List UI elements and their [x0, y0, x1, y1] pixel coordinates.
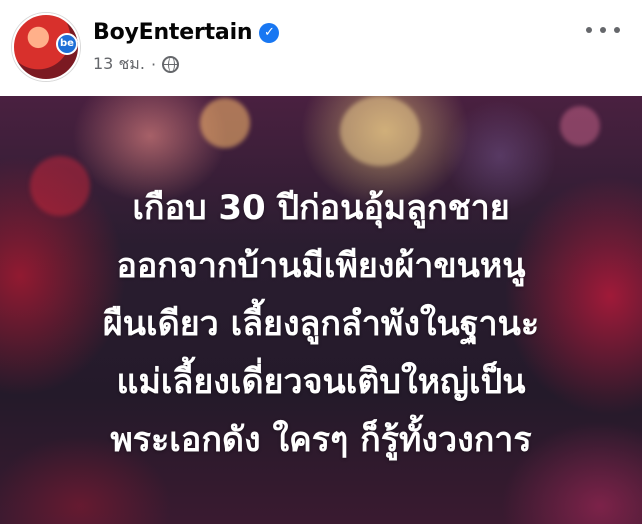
more-options-dot	[600, 27, 606, 33]
more-options-button[interactable]	[586, 18, 620, 42]
caption-line: ผืนเดียว เลี้ยงลูกลำพังในฐานะ	[102, 304, 540, 344]
post-timestamp[interactable]: 13 ชม.	[93, 52, 145, 77]
bokeh-light	[200, 98, 250, 148]
meta-separator: ·	[150, 55, 157, 74]
page-avatar[interactable]: be	[12, 13, 80, 81]
more-options-dot	[614, 27, 620, 33]
page-name-link[interactable]: BoyEntertain ✓	[93, 20, 280, 45]
caption-line: พระเอกดัง ใครๆ ก็รู้ทั้งวงการ	[110, 420, 532, 460]
caption-line: เกือบ 30 ปีก่อนอุ้มลูกชาย	[132, 188, 510, 228]
caption-line: แม่เลี้ยงเดี่ยวจนเติบใหญ่เป็น	[116, 362, 526, 402]
avatar-logo-badge: be	[56, 33, 78, 55]
more-options-icon	[586, 27, 592, 33]
post-image[interactable]: เกือบ 30 ปีก่อนอุ้มลูกชาย ออกจากบ้านมีเพ…	[0, 96, 642, 524]
caption-line: ออกจากบ้านมีเพียงผ้าขนหนู	[116, 246, 526, 286]
bokeh-light	[340, 96, 420, 166]
verified-badge-icon: ✓	[259, 22, 280, 43]
image-caption-text: เกือบ 30 ปีก่อนอุ้มลูกชาย ออกจากบ้านมีเพ…	[0, 179, 642, 469]
post-meta: 13 ชม. ·	[93, 52, 180, 77]
globe-icon	[162, 56, 180, 73]
bokeh-light	[560, 106, 600, 146]
post-header: be BoyEntertain ✓ 13 ชม. ·	[0, 0, 642, 96]
page-name[interactable]: BoyEntertain	[93, 20, 253, 45]
